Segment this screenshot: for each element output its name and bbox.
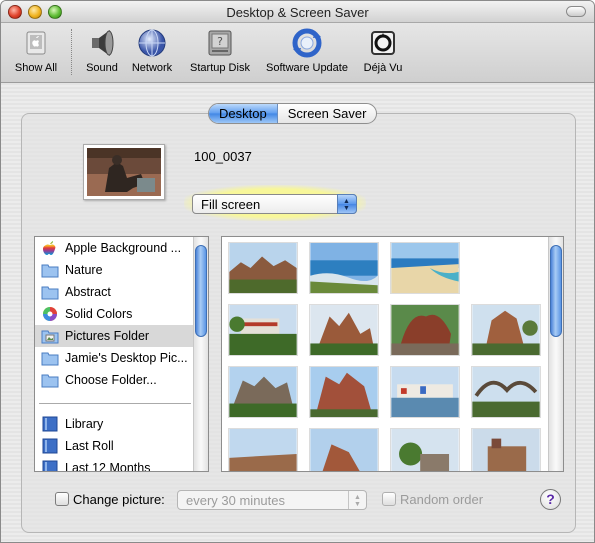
picture-source-list[interactable]: Apple Background ... Nature Abstract Sol…: [34, 236, 209, 472]
picture-grid-scrollbar[interactable]: [548, 237, 563, 471]
picture-thumbnail[interactable]: [471, 428, 541, 472]
toolbar-deja-vu-label: Déjà Vu: [363, 62, 403, 74]
source-list-divider: [39, 403, 191, 405]
picture-thumbnail[interactable]: [228, 428, 298, 472]
source-item-label: Jamie's Desktop Pic...: [65, 351, 188, 365]
tab-screen-saver[interactable]: Screen Saver: [278, 104, 377, 123]
source-list-scroll-thumb[interactable]: [195, 245, 207, 337]
toolbar-sound[interactable]: Sound: [83, 27, 121, 74]
source-item-abstract[interactable]: Abstract: [35, 281, 193, 303]
iphoto-library-icon: [42, 416, 58, 432]
toolbar-software-update-label: Software Update: [266, 62, 348, 74]
source-item-solid-colors[interactable]: Solid Colors: [35, 303, 193, 325]
tab-desktop[interactable]: Desktop: [209, 104, 278, 123]
help-button[interactable]: ?: [540, 489, 561, 510]
iphoto-album-icon: [42, 438, 58, 454]
folder-icon: [41, 264, 59, 278]
picture-thumbnail[interactable]: [309, 242, 379, 294]
toolbar-startup-disk[interactable]: ? Startup Disk: [185, 27, 255, 74]
source-item-nature[interactable]: Nature: [35, 259, 193, 281]
toolbar-software-update[interactable]: Software Update: [262, 27, 352, 74]
software-update-icon: [291, 27, 323, 59]
toolbar-sound-label: Sound: [86, 62, 118, 74]
toolbar-startup-disk-label: Startup Disk: [190, 62, 250, 74]
source-item-label: Nature: [65, 263, 103, 277]
source-list-scrollbar[interactable]: [193, 237, 208, 471]
window-title: Desktop & Screen Saver: [226, 5, 369, 20]
change-interval-value: every 30 minutes: [186, 493, 285, 508]
source-item-label: Pictures Folder: [65, 329, 150, 343]
network-globe-icon: [136, 27, 168, 59]
popup-arrows-icon: ▲ ▼: [348, 491, 366, 509]
picture-thumbnail[interactable]: [228, 366, 298, 418]
picture-thumbnail[interactable]: [390, 242, 460, 294]
source-item-label: Solid Colors: [65, 307, 133, 321]
source-item-choose-folder[interactable]: Choose Folder...: [35, 369, 193, 391]
source-item-last-12-months[interactable]: Last 12 Months: [35, 457, 193, 472]
current-picture-preview: [87, 148, 161, 196]
picture-thumbnail[interactable]: [309, 366, 379, 418]
picture-thumbnail[interactable]: [228, 304, 298, 356]
toolbar-separator: [71, 29, 72, 75]
change-picture-label: Change picture:: [73, 492, 165, 507]
picture-grid-scroll-thumb[interactable]: [550, 245, 562, 337]
picture-thumbnail[interactable]: [228, 242, 298, 294]
iphoto-album-icon: [42, 460, 58, 471]
toolbar-show-all[interactable]: Show All: [10, 27, 62, 74]
picture-thumbnail[interactable]: [390, 428, 460, 472]
pictures-folder-icon: [41, 330, 59, 344]
toolbar-network-label: Network: [131, 62, 173, 74]
picture-thumbnail[interactable]: [309, 304, 379, 356]
source-item-label: Library: [65, 417, 104, 431]
toolbar-toggle-button[interactable]: [566, 6, 586, 17]
current-picture-well[interactable]: [83, 144, 165, 200]
random-order-label: Random order: [400, 492, 484, 507]
segmented-tabs: Desktop Screen Saver: [208, 103, 378, 124]
source-item-label: Last Roll: [65, 439, 114, 453]
hard-disk-icon: ?: [204, 27, 236, 59]
picture-thumbnail[interactable]: [309, 428, 379, 472]
fill-mode-value: Fill screen: [201, 197, 261, 212]
fill-mode-popup[interactable]: Fill screen ▲ ▼: [192, 194, 357, 214]
source-item-library[interactable]: Library: [35, 413, 193, 435]
source-item-label: Choose Folder...: [65, 373, 157, 387]
toolbar: Show All Sound Network ? Startup Disk So: [1, 23, 594, 83]
show-all-icon: [20, 27, 52, 59]
speaker-icon: [86, 27, 118, 59]
title-bar[interactable]: Desktop & Screen Saver: [1, 1, 594, 23]
picture-thumbnail[interactable]: [390, 366, 460, 418]
preferences-window: Desktop & Screen Saver Show All Sound Ne…: [0, 0, 595, 543]
picture-thumbnail[interactable]: [471, 366, 541, 418]
source-item-pictures-folder[interactable]: Pictures Folder: [35, 325, 193, 347]
folder-icon: [41, 374, 59, 388]
picture-grid[interactable]: [221, 236, 564, 472]
color-wheel-icon: [43, 307, 57, 321]
popup-arrows-icon: ▲ ▼: [337, 194, 357, 214]
random-order-checkbox[interactable]: [382, 492, 396, 506]
source-item-label: Abstract: [65, 285, 111, 299]
folder-icon: [41, 286, 59, 300]
source-item-jamies-desktop-pictures[interactable]: Jamie's Desktop Pic...: [35, 347, 193, 369]
current-picture-name: 100_0037: [194, 149, 252, 164]
change-interval-popup[interactable]: every 30 minutes ▲ ▼: [177, 490, 367, 510]
source-item-label: Last 12 Months: [65, 461, 151, 472]
toolbar-deja-vu[interactable]: Déjà Vu: [361, 27, 405, 74]
apple-icon: [43, 241, 56, 255]
folder-icon: [41, 352, 59, 366]
deja-vu-icon: [367, 27, 399, 59]
toolbar-network[interactable]: Network: [128, 27, 176, 74]
source-item-label: Apple Background ...: [65, 241, 182, 255]
picture-thumbnail[interactable]: [390, 304, 460, 356]
picture-thumbnail[interactable]: [471, 304, 541, 356]
svg-text:?: ?: [217, 35, 223, 48]
toolbar-show-all-label: Show All: [14, 62, 58, 74]
source-item-last-roll[interactable]: Last Roll: [35, 435, 193, 457]
source-item-apple-backgrounds[interactable]: Apple Background ...: [35, 237, 193, 259]
change-picture-checkbox[interactable]: [55, 492, 69, 506]
